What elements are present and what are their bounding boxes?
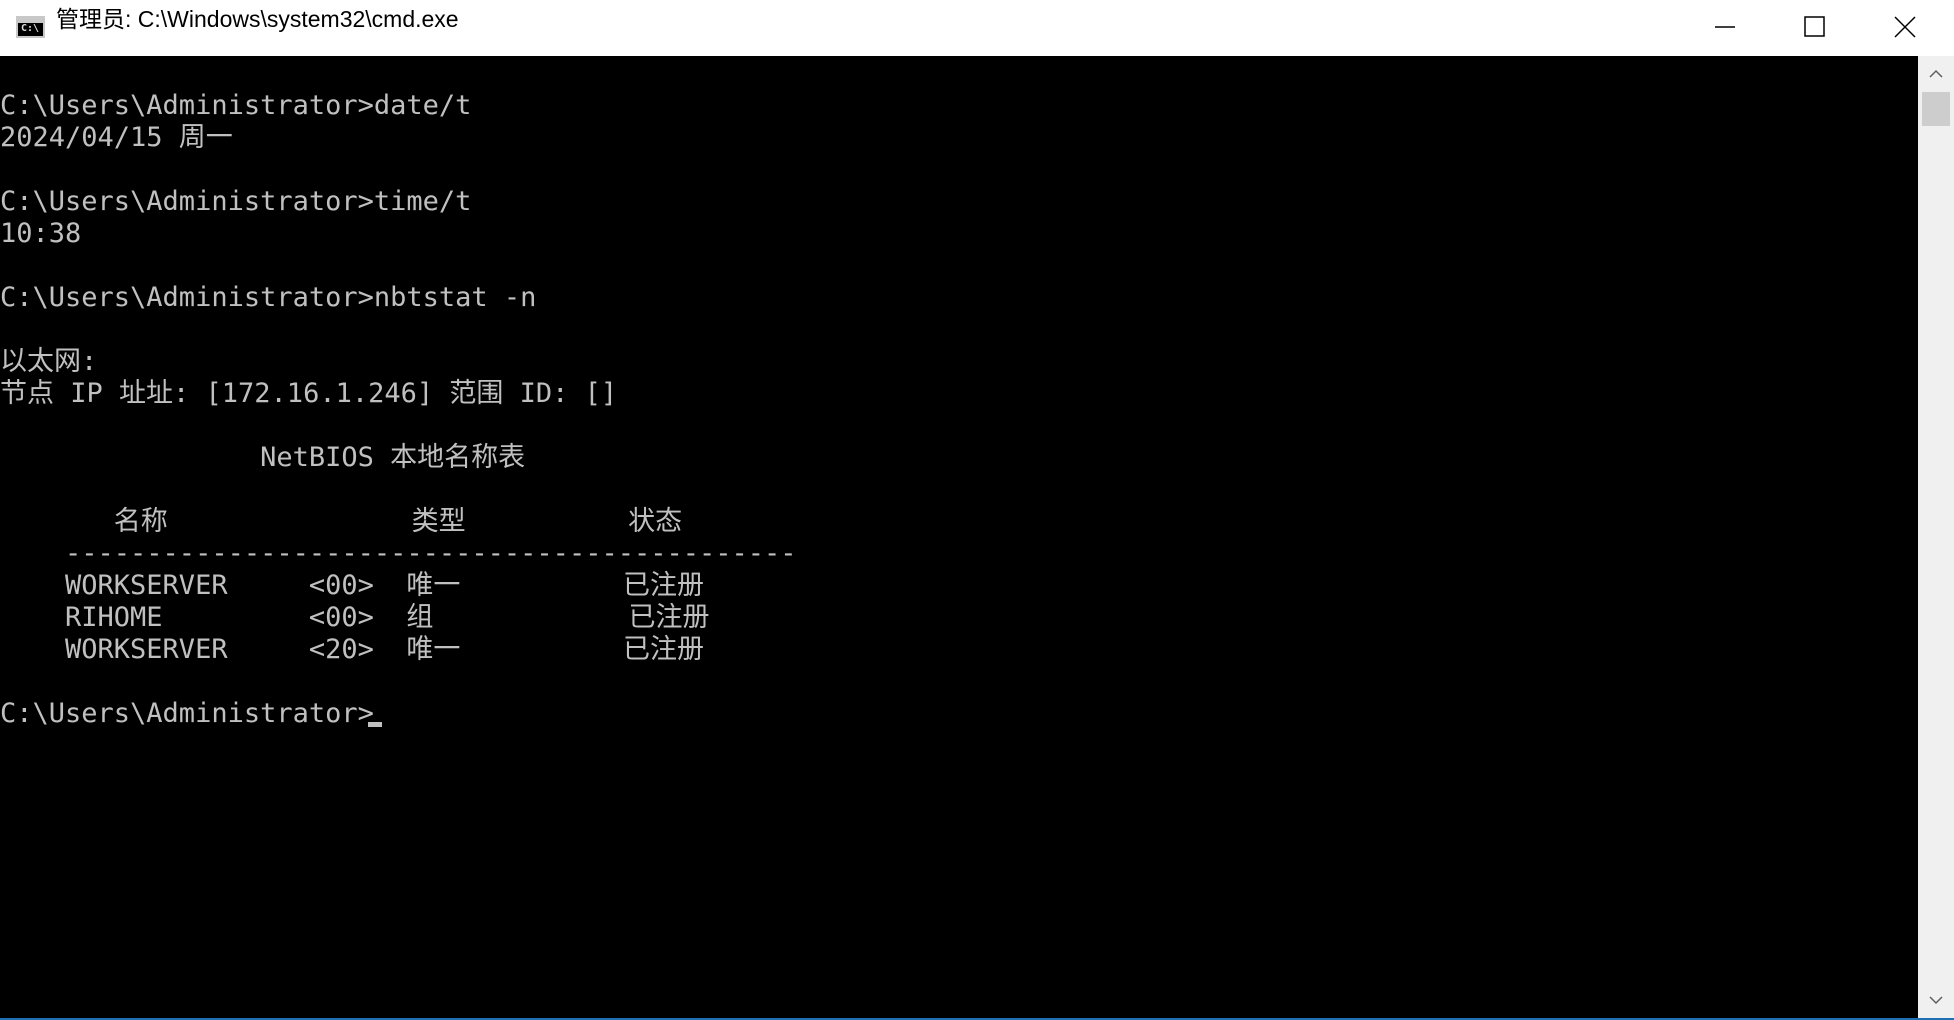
console-line: WORKSERVER <20> 唯一 已注册 xyxy=(0,634,704,665)
console-line: C:\Users\Administrator>date/t xyxy=(0,90,472,121)
cmd-window: C:\ 管理员: C:\Windows\system32\cmd.exe C:\… xyxy=(0,0,1954,1020)
maximize-icon xyxy=(1804,16,1825,37)
console-line: C:\Users\Administrator>time/t xyxy=(0,186,472,217)
scroll-down-button[interactable] xyxy=(1918,982,1954,1018)
text-cursor xyxy=(368,722,382,727)
window-title: 管理员: C:\Windows\system32\cmd.exe xyxy=(56,6,459,32)
minimize-button[interactable] xyxy=(1680,0,1770,54)
console-output[interactable]: C:\Users\Administrator>date/t 2024/04/15… xyxy=(0,56,1918,1018)
console-line: WORKSERVER <00> 唯一 已注册 xyxy=(0,570,704,601)
console-line: 2024/04/15 周一 xyxy=(0,122,233,153)
vertical-scrollbar[interactable] xyxy=(1918,56,1954,1018)
minimize-icon xyxy=(1715,26,1735,28)
console-line: ----------------------------------------… xyxy=(0,538,797,569)
scrollbar-thumb[interactable] xyxy=(1922,92,1950,126)
title-bar[interactable]: C:\ 管理员: C:\Windows\system32\cmd.exe xyxy=(0,0,1954,56)
console-line: 以太网: xyxy=(0,346,98,377)
cmd-icon[interactable]: C:\ xyxy=(16,16,45,38)
chevron-up-icon xyxy=(1929,69,1943,78)
close-icon xyxy=(1894,16,1916,38)
console-line: NetBIOS 本地名称表 xyxy=(0,442,526,473)
chevron-down-icon xyxy=(1929,996,1943,1005)
scroll-up-button[interactable] xyxy=(1918,56,1954,92)
console-line: 10:38 xyxy=(0,218,82,249)
console-line: RIHOME <00> 组 已注册 xyxy=(0,602,710,633)
console-line: 节点 IP 址址: [172.16.1.246] 范围 ID: [] xyxy=(0,378,618,409)
console-prompt: C:\Users\Administrator> xyxy=(0,698,374,729)
console-line: 名称 类型 状态 xyxy=(0,506,683,537)
close-button[interactable] xyxy=(1860,0,1950,54)
console-line: C:\Users\Administrator>nbtstat -n xyxy=(0,282,537,313)
maximize-button[interactable] xyxy=(1770,0,1860,54)
